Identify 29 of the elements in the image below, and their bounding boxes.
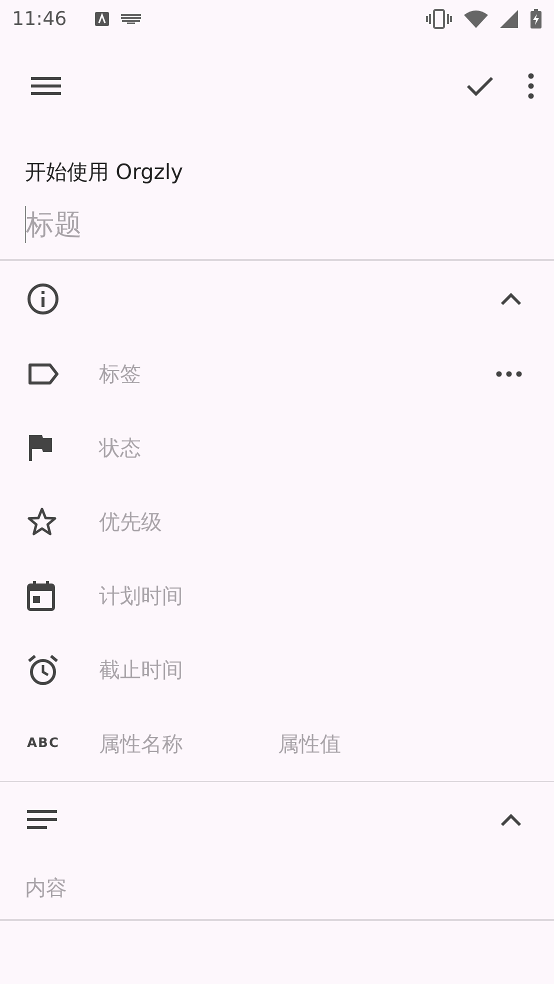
- star-icon: [27, 507, 57, 536]
- abc-icon: ABC: [27, 736, 60, 751]
- chevron-icon: [500, 292, 522, 306]
- signal-icon: [500, 10, 518, 28]
- property-value-field[interactable]: 属性值: [278, 730, 341, 758]
- more-horizontal-icon: [496, 370, 522, 376]
- title-field[interactable]: 标题: [25, 206, 326, 243]
- info-icon: [27, 282, 59, 314]
- priority-field[interactable]: 优先级: [99, 508, 162, 536]
- tag-icon: [27, 362, 59, 384]
- wifi-icon: [464, 10, 488, 28]
- tags-field[interactable]: 标签: [99, 360, 141, 388]
- content-field[interactable]: 内容: [0, 858, 554, 919]
- alarm-clock-icon: [27, 654, 59, 686]
- scheduled-field[interactable]: 计划时间: [99, 582, 183, 610]
- keyboard-app-icon: [94, 12, 109, 26]
- vibrate-icon: [426, 9, 452, 29]
- notebook-name[interactable]: 开始使用 Orgzly: [0, 134, 554, 188]
- more-vertical-icon: [528, 73, 534, 99]
- chevron-icon: [500, 813, 522, 827]
- calendar-icon: [27, 580, 55, 610]
- flag-icon: [27, 434, 53, 460]
- state-field[interactable]: 状态: [99, 434, 141, 462]
- battery-charging-icon: [530, 9, 542, 29]
- notes-icon: [27, 810, 57, 830]
- property-name-field[interactable]: 属性名称: [99, 730, 183, 758]
- keyboard-icon: [120, 14, 141, 24]
- deadline-field[interactable]: 截止时间: [99, 656, 183, 684]
- status-time: 11:46: [12, 8, 67, 30]
